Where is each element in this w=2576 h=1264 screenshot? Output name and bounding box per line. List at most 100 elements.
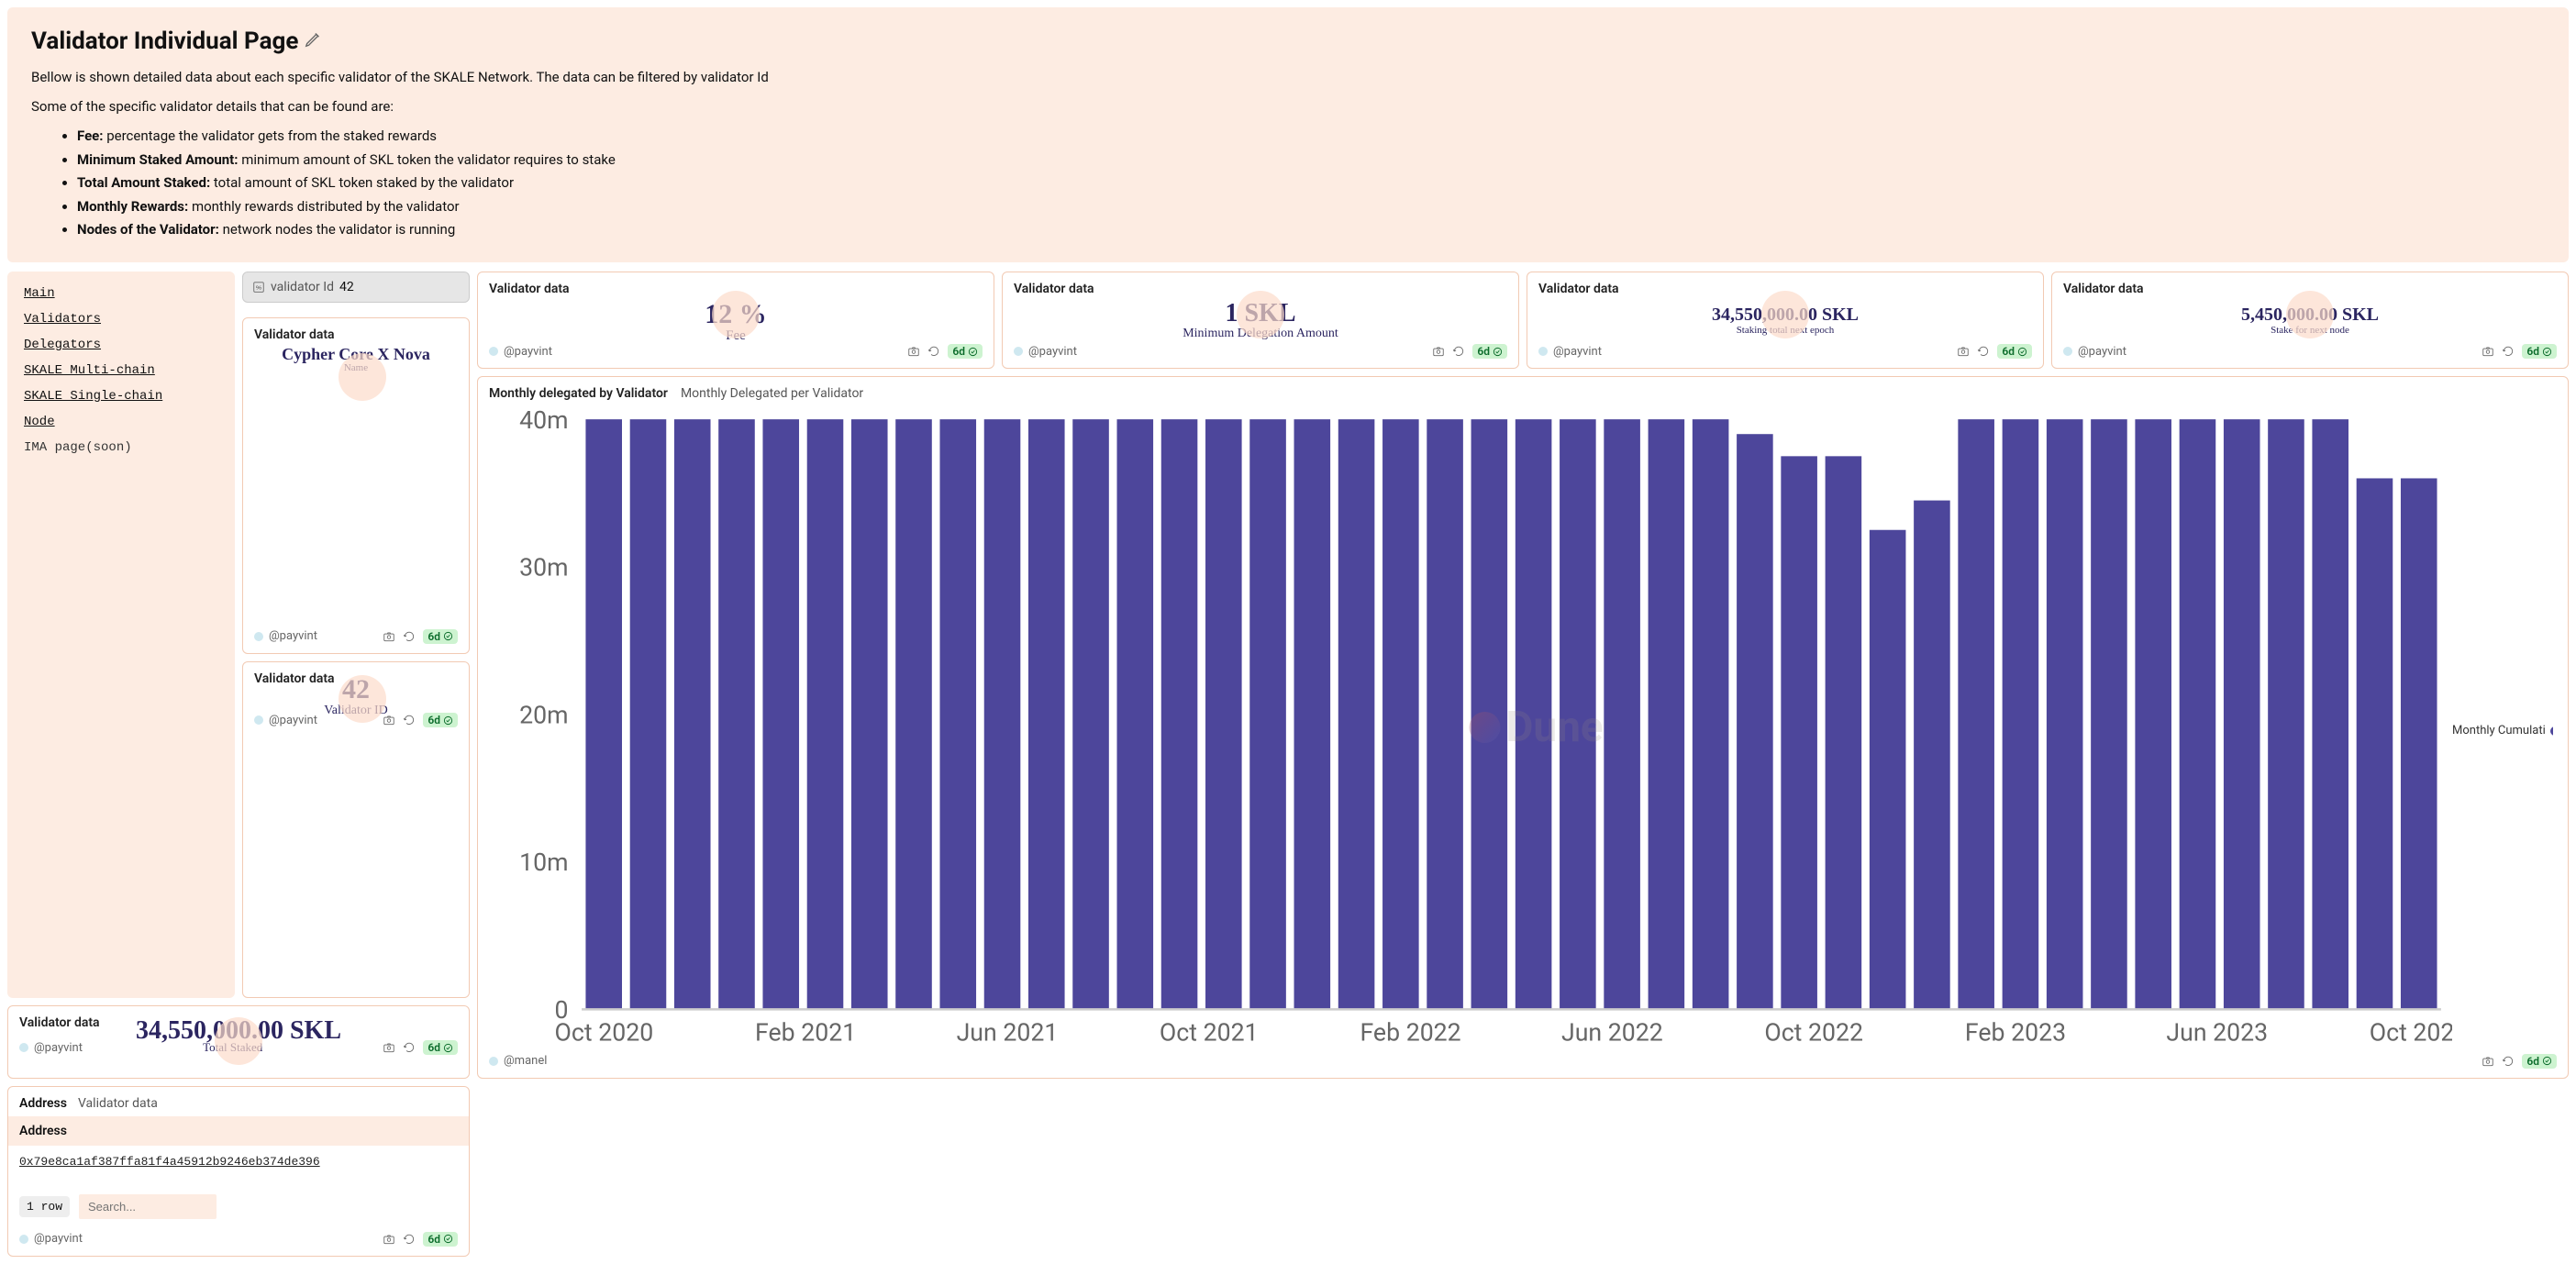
bullet-item: Monthly Rewards: monthly rewards distrib…: [77, 195, 2545, 219]
validator-name-sublabel: Name: [254, 362, 458, 373]
author-link[interactable]: @payvint: [1028, 345, 1077, 359]
author-link[interactable]: @manel: [504, 1054, 547, 1068]
nav-ima-disabled: IMA page(soon): [24, 440, 218, 455]
avatar-dot: [1538, 347, 1548, 356]
author-link[interactable]: @payvint: [1553, 345, 1602, 359]
age-pill[interactable]: 6d: [1997, 344, 2032, 359]
author-link[interactable]: @payvint: [504, 345, 552, 359]
avatar-dot: [254, 715, 263, 725]
bullet-item: Total Amount Staked: total amount of SKL…: [77, 172, 2545, 195]
avatar-dot: [2063, 347, 2072, 356]
refresh-icon[interactable]: [403, 1233, 416, 1246]
bullet-list: Fee: percentage the validator gets from …: [31, 125, 2545, 242]
age-pill[interactable]: 6d: [423, 713, 458, 727]
refresh-icon[interactable]: [1452, 345, 1465, 358]
camera-icon[interactable]: [2482, 345, 2494, 358]
nextnode-value: 5,450,000.00 SKL: [2063, 305, 2557, 325]
param-icon: 96: [252, 281, 265, 294]
svg-text:Jun 2021: Jun 2021: [957, 1017, 1059, 1047]
age-pill[interactable]: 6d: [1472, 344, 1507, 359]
card-title: Validator data: [254, 327, 458, 342]
camera-icon[interactable]: [2482, 1055, 2494, 1068]
card-title: Validator data: [489, 282, 983, 296]
author-link[interactable]: @payvint: [2078, 345, 2126, 359]
nav-validators[interactable]: Validators: [24, 312, 218, 327]
card-title: Validator data: [1538, 282, 2032, 296]
address-tab: Address: [19, 1096, 67, 1111]
mindel-value: 1 SKL: [1014, 300, 1507, 327]
refresh-icon[interactable]: [403, 714, 416, 726]
search-input[interactable]: [79, 1194, 217, 1219]
age-pill[interactable]: 6d: [423, 629, 458, 644]
age-pill[interactable]: 6d: [423, 1232, 458, 1247]
validator-id-value: 42: [342, 675, 370, 704]
mindel-sublabel: Minimum Delegation Amount: [1014, 327, 1507, 341]
fee-sublabel: Fee: [489, 328, 983, 344]
card-min-delegation: Validator data 1 SKL Minimum Delegation …: [1002, 272, 1519, 370]
card-fee: Validator data 12 % Fee @payvint 6d: [477, 272, 994, 370]
svg-text:Jun 2023: Jun 2023: [2166, 1017, 2268, 1047]
page-title-text: Validator Individual Page: [31, 28, 298, 55]
svg-text:Oct 2020: Oct 2020: [555, 1017, 654, 1047]
camera-icon[interactable]: [1957, 345, 1970, 358]
nav-main[interactable]: Main: [24, 286, 218, 301]
age-pill[interactable]: 6d: [2522, 344, 2557, 359]
avatar-dot: [1014, 347, 1023, 356]
nav-singlechain[interactable]: SKALE Single-chain: [24, 389, 218, 404]
staking-sublabel: Staking total next epoch: [1538, 325, 2032, 336]
refresh-icon[interactable]: [2502, 345, 2515, 358]
refresh-icon[interactable]: [2502, 1055, 2515, 1068]
address-col-header: Address: [8, 1116, 469, 1146]
address-title: Validator data: [78, 1096, 158, 1111]
card-title: Validator data: [1014, 282, 1507, 296]
camera-icon[interactable]: [1432, 345, 1445, 358]
page-title: Validator Individual Page: [31, 28, 2545, 55]
author-link[interactable]: @payvint: [34, 1041, 83, 1055]
camera-icon[interactable]: [383, 1233, 395, 1246]
nav-node[interactable]: Node: [24, 415, 218, 429]
svg-text:Jun 2022: Jun 2022: [1561, 1017, 1663, 1047]
address-panel: Address Validator data Address 0x79e8ca1…: [7, 1086, 470, 1257]
svg-text:20m: 20m: [519, 700, 568, 729]
chart-legend: Monthly Cumulati: [2452, 408, 2553, 1054]
nav-panel: Main Validators Delegators SKALE Multi-c…: [7, 272, 235, 998]
svg-text:Feb 2022: Feb 2022: [1360, 1017, 1460, 1047]
card-total-staked: Validator data 34,550,000.00 SKL @payvin…: [7, 1005, 470, 1079]
svg-text:40m: 40m: [519, 408, 568, 435]
svg-text:10m: 10m: [519, 848, 568, 877]
camera-icon[interactable]: [907, 345, 920, 358]
camera-icon[interactable]: [383, 630, 395, 643]
bullet-item: Minimum Staked Amount: minimum amount of…: [77, 149, 2545, 172]
refresh-icon[interactable]: [1977, 345, 1990, 358]
chart-title: Monthly delegated by Validator: [489, 386, 668, 401]
age-pill[interactable]: 6d: [948, 344, 983, 359]
filter-value: 42: [339, 280, 354, 294]
filter-validator-id[interactable]: 96 validator Id 42: [242, 272, 470, 303]
refresh-icon[interactable]: [403, 630, 416, 643]
author-link[interactable]: @payvint: [269, 629, 317, 643]
camera-icon[interactable]: [383, 1041, 395, 1054]
refresh-icon[interactable]: [403, 1041, 416, 1054]
edit-icon[interactable]: [304, 28, 324, 55]
refresh-icon[interactable]: [927, 345, 940, 358]
svg-text:96: 96: [256, 285, 262, 291]
nextnode-sublabel: Stake for next node: [2063, 325, 2557, 336]
bar-chart[interactable]: 010m20m30m40mOct 2020Feb 2021Jun 2021Oct…: [493, 408, 2452, 1054]
author-link[interactable]: @payvint: [34, 1232, 83, 1246]
card-title: Validator data: [2063, 282, 2557, 296]
address-value[interactable]: 0x79e8ca1af387ffa81f4a45912b9246eb374de3…: [8, 1146, 469, 1187]
avatar-dot: [19, 1235, 28, 1244]
author-link[interactable]: @payvint: [269, 714, 317, 727]
chart-subtitle: Monthly Delegated per Validator: [681, 386, 863, 401]
bullet-item: Fee: percentage the validator gets from …: [77, 125, 2545, 149]
camera-icon[interactable]: [383, 714, 395, 726]
intro-text-2: Some of the specific validator details t…: [31, 95, 2545, 117]
age-pill[interactable]: 6d: [2522, 1054, 2557, 1069]
avatar-dot: [254, 632, 263, 641]
age-pill[interactable]: 6d: [423, 1040, 458, 1055]
nav-multichain[interactable]: SKALE Multi-chain: [24, 363, 218, 378]
fee-value: 12 %: [489, 300, 983, 329]
card-validator-name: Validator data Cypher Core X Nova Name @…: [242, 317, 470, 654]
nav-delegators[interactable]: Delegators: [24, 338, 218, 352]
svg-text:30m: 30m: [519, 553, 568, 582]
